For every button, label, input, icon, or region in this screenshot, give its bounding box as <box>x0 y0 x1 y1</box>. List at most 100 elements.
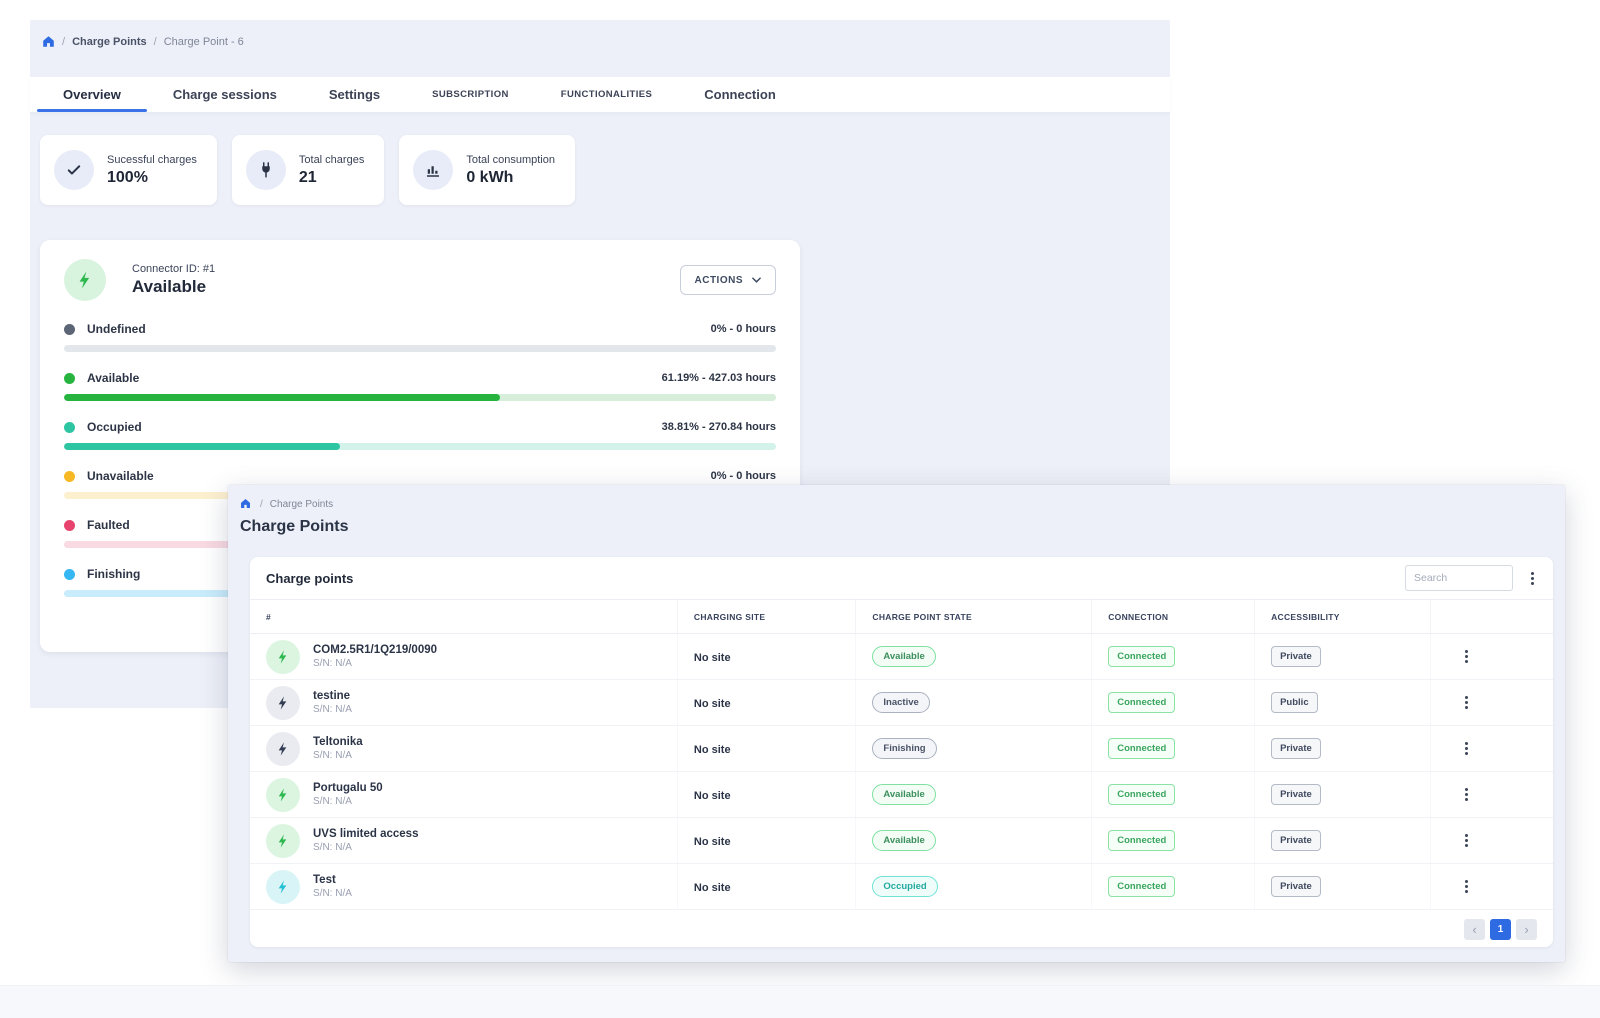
state-badge: Available <box>872 784 935 805</box>
charge-point-name: Portugalu 50 <box>313 782 383 794</box>
charge-point-serial: S/N: N/A <box>313 658 437 669</box>
tab-bar: Overview Charge sessions Settings SUBSCR… <box>30 77 1170 112</box>
table-row[interactable]: Portugalu 50 S/N: N/A No site Available … <box>250 772 1553 818</box>
status-name: Finishing <box>87 567 140 581</box>
state-badge: Occupied <box>872 876 937 897</box>
check-icon <box>54 150 94 190</box>
search-input[interactable] <box>1405 565 1513 591</box>
tab-functionalities[interactable]: FUNCTIONALITIES <box>535 77 679 112</box>
bolt-icon-green <box>266 778 300 812</box>
charge-point-name: Teltonika <box>313 736 363 748</box>
charging-site: No site <box>694 882 731 894</box>
accessibility-badge: Private <box>1271 646 1321 667</box>
page-title: Charge Points <box>228 511 1565 536</box>
breadcrumb-separator: / <box>154 36 157 48</box>
charge-point-serial: S/N: N/A <box>313 842 418 853</box>
table-options-kebab-icon[interactable] <box>1528 569 1537 588</box>
status-name: Available <box>87 371 139 385</box>
home-icon[interactable] <box>240 498 253 511</box>
table-row[interactable]: COM2.5R1/1Q219/0090 S/N: N/A No site Ava… <box>250 634 1553 680</box>
accessibility-badge: Private <box>1271 876 1321 897</box>
accessibility-badge: Public <box>1271 692 1318 713</box>
table-row[interactable]: UVS limited access S/N: N/A No site Avai… <box>250 818 1553 864</box>
status-name: Undefined <box>87 322 146 336</box>
pagination-next-icon[interactable]: › <box>1516 919 1537 940</box>
column-header-charging-site: CHARGING SITE <box>677 600 856 634</box>
charge-point-serial: S/N: N/A <box>313 750 363 761</box>
connection-badge: Connected <box>1108 784 1175 805</box>
status-value: 38.81% - 270.84 hours <box>662 421 776 433</box>
status-track <box>64 394 776 401</box>
bolt-icon-green <box>266 640 300 674</box>
stat-value: 0 kWh <box>466 169 555 187</box>
stat-label: Total consumption <box>466 154 555 166</box>
home-icon[interactable] <box>42 35 55 48</box>
charging-site: No site <box>694 836 731 848</box>
connector-id-label: Connector ID: #1 <box>132 263 215 275</box>
charge-points-table: # CHARGING SITE CHARGE POINT STATE CONNE… <box>250 599 1553 910</box>
accessibility-badge: Private <box>1271 784 1321 805</box>
connection-badge: Connected <box>1108 692 1175 713</box>
connection-badge: Connected <box>1108 646 1175 667</box>
charge-point-name: Test <box>313 874 352 886</box>
tab-overview[interactable]: Overview <box>37 77 147 112</box>
tab-charge-sessions[interactable]: Charge sessions <box>147 77 303 112</box>
state-badge: Available <box>872 646 935 667</box>
breadcrumb: / Charge Points <box>228 485 1565 511</box>
status-name: Unavailable <box>87 469 154 483</box>
connection-badge: Connected <box>1108 738 1175 759</box>
chart-icon <box>413 150 453 190</box>
status-fill <box>64 443 340 450</box>
column-header-state: CHARGE POINT STATE <box>856 600 1092 634</box>
table-row[interactable]: Test S/N: N/A No site Occupied Connected… <box>250 864 1553 910</box>
bolt-icon-gray <box>266 686 300 720</box>
status-dot <box>64 569 75 580</box>
breadcrumb-item-charge-points[interactable]: Charge Points <box>72 36 147 48</box>
status-row-available: Available 61.19% - 427.03 hours <box>64 371 776 401</box>
bolt-icon-cyan <box>266 870 300 904</box>
status-name: Faulted <box>87 518 130 532</box>
tab-connection[interactable]: Connection <box>678 77 802 112</box>
table-row[interactable]: Teltonika S/N: N/A No site Finishing Con… <box>250 726 1553 772</box>
status-track <box>64 345 776 352</box>
actions-button-label: ACTIONS <box>695 275 744 286</box>
status-value: 0% - 0 hours <box>711 323 776 335</box>
charge-point-name: UVS limited access <box>313 828 418 840</box>
row-kebab-icon[interactable] <box>1462 739 1553 758</box>
accessibility-badge: Private <box>1271 738 1321 759</box>
pagination-prev-icon[interactable]: ‹ <box>1464 919 1485 940</box>
row-kebab-icon[interactable] <box>1462 831 1553 850</box>
status-track <box>64 443 776 450</box>
status-row-occupied: Occupied 38.81% - 270.84 hours <box>64 420 776 450</box>
bolt-icon-gray <box>266 732 300 766</box>
charge-point-name: COM2.5R1/1Q219/0090 <box>313 644 437 656</box>
tab-subscription[interactable]: SUBSCRIPTION <box>406 77 535 112</box>
stat-total-consumption: Total consumption 0 kWh <box>399 135 575 205</box>
card-title: Charge points <box>266 571 353 586</box>
status-value: 61.19% - 427.03 hours <box>662 372 776 384</box>
chevron-down-icon <box>752 277 761 283</box>
charge-point-serial: S/N: N/A <box>313 888 352 899</box>
charging-site: No site <box>694 652 731 664</box>
status-dot <box>64 373 75 384</box>
connection-badge: Connected <box>1108 830 1175 851</box>
charge-point-name: testine <box>313 690 352 702</box>
row-kebab-icon[interactable] <box>1462 647 1553 666</box>
status-value: 0% - 0 hours <box>711 470 776 482</box>
state-badge: Finishing <box>872 738 936 759</box>
pagination-page-1[interactable]: 1 <box>1490 919 1511 940</box>
actions-button[interactable]: ACTIONS <box>680 265 777 295</box>
accessibility-badge: Private <box>1271 830 1321 851</box>
stat-total-charges: Total charges 21 <box>232 135 384 205</box>
status-dot <box>64 324 75 335</box>
tab-settings[interactable]: Settings <box>303 77 406 112</box>
state-badge: Available <box>872 830 935 851</box>
plug-icon <box>246 150 286 190</box>
status-dot <box>64 520 75 531</box>
table-row[interactable]: testine S/N: N/A No site Inactive Connec… <box>250 680 1553 726</box>
stat-value: 21 <box>299 169 364 187</box>
row-kebab-icon[interactable] <box>1462 785 1553 804</box>
row-kebab-icon[interactable] <box>1462 877 1553 896</box>
row-kebab-icon[interactable] <box>1462 693 1553 712</box>
breadcrumb-item-charge-points[interactable]: Charge Points <box>270 499 333 510</box>
